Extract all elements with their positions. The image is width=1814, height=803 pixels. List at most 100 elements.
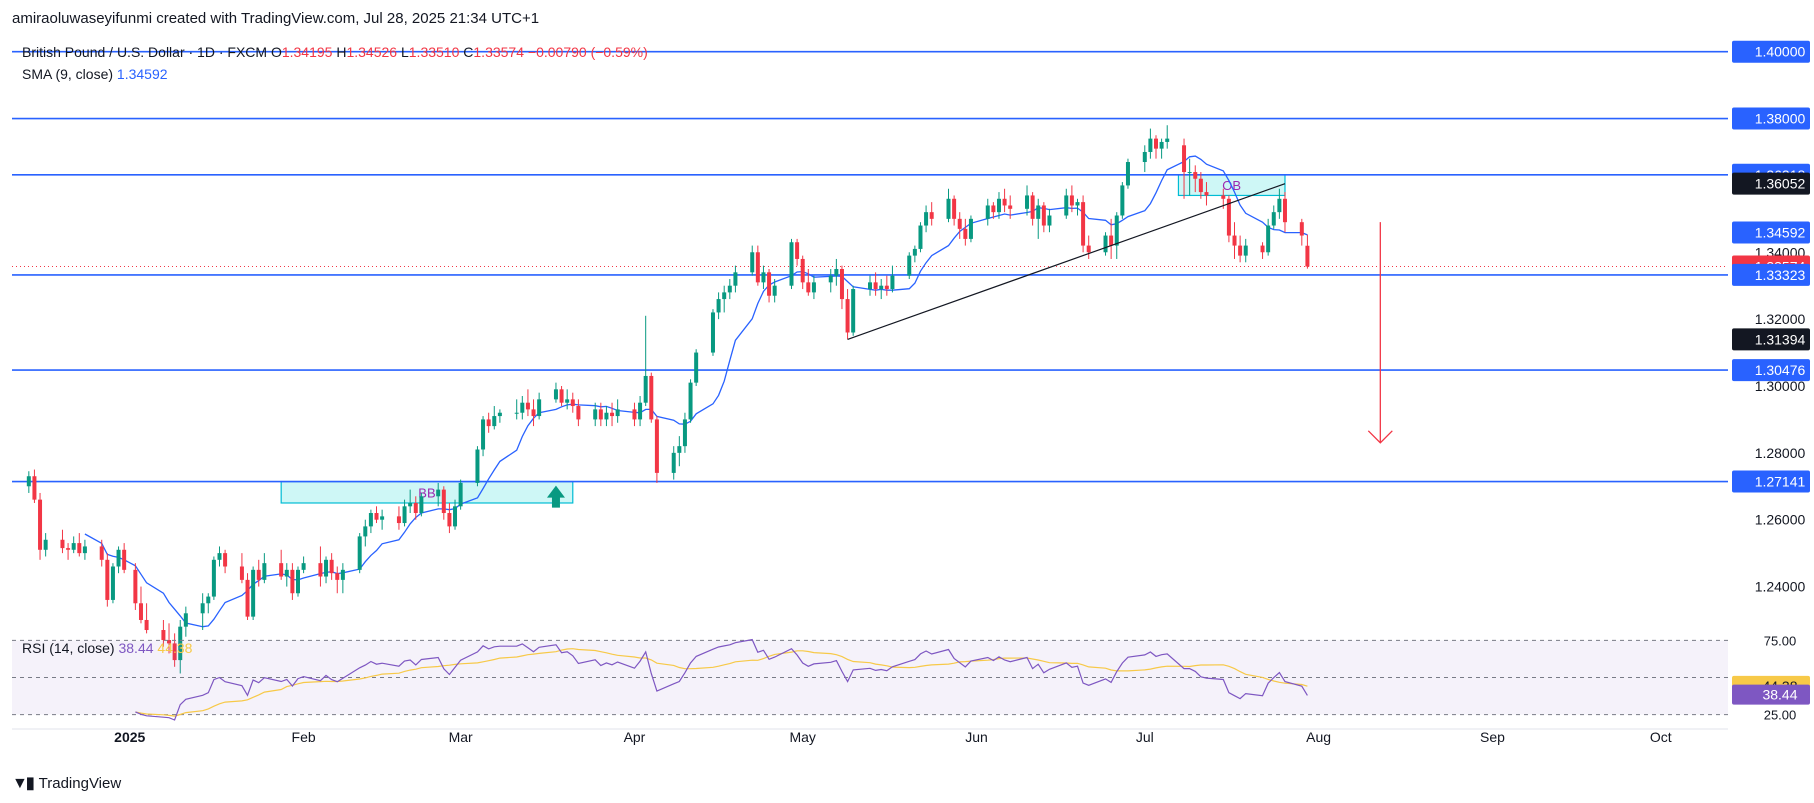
open-label: O [270,44,282,60]
time-tick-label: Jun [965,729,988,745]
candle-body [200,603,205,614]
candle-body [1238,245,1243,256]
candle-body [733,272,738,286]
candle-body [1142,151,1147,163]
price-badge-text: 1.27141 [1755,474,1806,490]
candle-body [1148,138,1153,152]
candle-body [1243,245,1248,256]
candle-body [839,268,844,300]
candle-body [890,275,895,290]
chart-canvas[interactable]: BBOB 75.0025.0044.3838.44 1.400001.38000… [0,0,1814,803]
candle-body [1125,162,1130,186]
candle-body [553,389,558,400]
candle-body [907,255,912,276]
price-tick-label: 1.24000 [1755,579,1806,595]
candle-body [1182,145,1187,173]
candle-body [1109,235,1114,246]
candle-body [1103,235,1108,253]
candle-body [795,242,800,259]
candle-body [1305,245,1310,267]
candle-body [811,282,816,293]
candle-body [43,539,48,550]
candle-body [1041,205,1046,226]
price-tick-label: 1.30000 [1755,378,1806,394]
candle-body [475,449,480,483]
candle-body [1232,235,1237,246]
candle-body [834,268,839,276]
candle-body [677,446,682,453]
candle-body [441,489,446,514]
tradingview-brand: TradingView [38,774,122,792]
candle-body [957,218,962,229]
candle-body [1064,195,1069,216]
price-tick-label: 1.28000 [1755,445,1806,461]
candle-body [963,228,968,239]
candle-body [1081,202,1086,246]
candle-body [122,549,127,570]
candle-body [789,242,794,286]
tradingview-logo[interactable]: ▼▮ TradingView [12,773,121,793]
candle-body [251,569,256,617]
candle-body [1075,202,1080,206]
candle-body [497,412,502,417]
horizontal-levels-layer [12,50,1728,483]
candle-body [1260,245,1265,253]
price-badge-text: 1.40000 [1755,44,1806,60]
candle-body [615,409,620,417]
price-badge-text: 1.38000 [1755,111,1806,127]
candle-body [1187,172,1192,174]
candle-body [290,569,295,594]
candle-body [755,252,760,283]
candle-body [1120,185,1125,216]
time-tick-label: Feb [292,729,316,745]
candle-body [688,382,693,420]
candle-body [32,476,37,500]
candle-body [537,399,542,417]
candle-body [722,292,727,300]
candle-body [105,559,110,600]
candle-body [1204,192,1209,196]
time-tick-label: Apr [624,729,646,745]
candle-body [1025,195,1030,209]
candle-body [486,419,491,427]
candle-body [968,218,973,239]
candle-body [296,569,300,594]
sma-layer [84,155,1308,628]
candle-body [1277,198,1282,213]
candle-body [576,406,581,420]
candle-body [531,409,536,417]
candle-body [408,502,413,507]
candle-body [514,412,519,414]
high-label: H [336,44,347,60]
candle-body [419,496,424,514]
candle-body [262,563,267,580]
zones-layer: BBOB [280,174,1286,504]
change-value: −0.00790 (−0.59%) [527,44,648,60]
candle-body [985,205,990,219]
candle-body [767,272,772,296]
open-value: 1.34195 [281,44,333,60]
candle-body [918,225,923,249]
ohlc-legend: British Pound / U.S. Dollar · 1D · FXCM … [22,44,648,60]
time-tick-label: May [789,729,815,745]
candle-body [772,285,777,296]
candle-body [318,563,323,577]
price-axis: 1.400001.380001.363181.360521.345921.340… [1732,40,1810,595]
time-tick-label: Mar [449,729,473,745]
candle-body [1036,205,1041,219]
close-label: C [463,44,474,60]
candle-body [828,275,833,283]
candle-body [363,526,368,537]
rsi-tick-label: 75.00 [1764,633,1797,648]
candle-body [632,409,637,420]
candle-body [1221,195,1226,199]
candle-body [1282,198,1287,223]
candle-body [649,375,654,420]
candle-body [183,613,188,627]
rsi-label: RSI (14, close) [22,640,115,656]
candle-body [884,285,889,290]
candle-body [946,198,951,219]
candle-body [38,499,43,550]
candle-body [868,282,872,290]
candle-body [335,573,340,580]
